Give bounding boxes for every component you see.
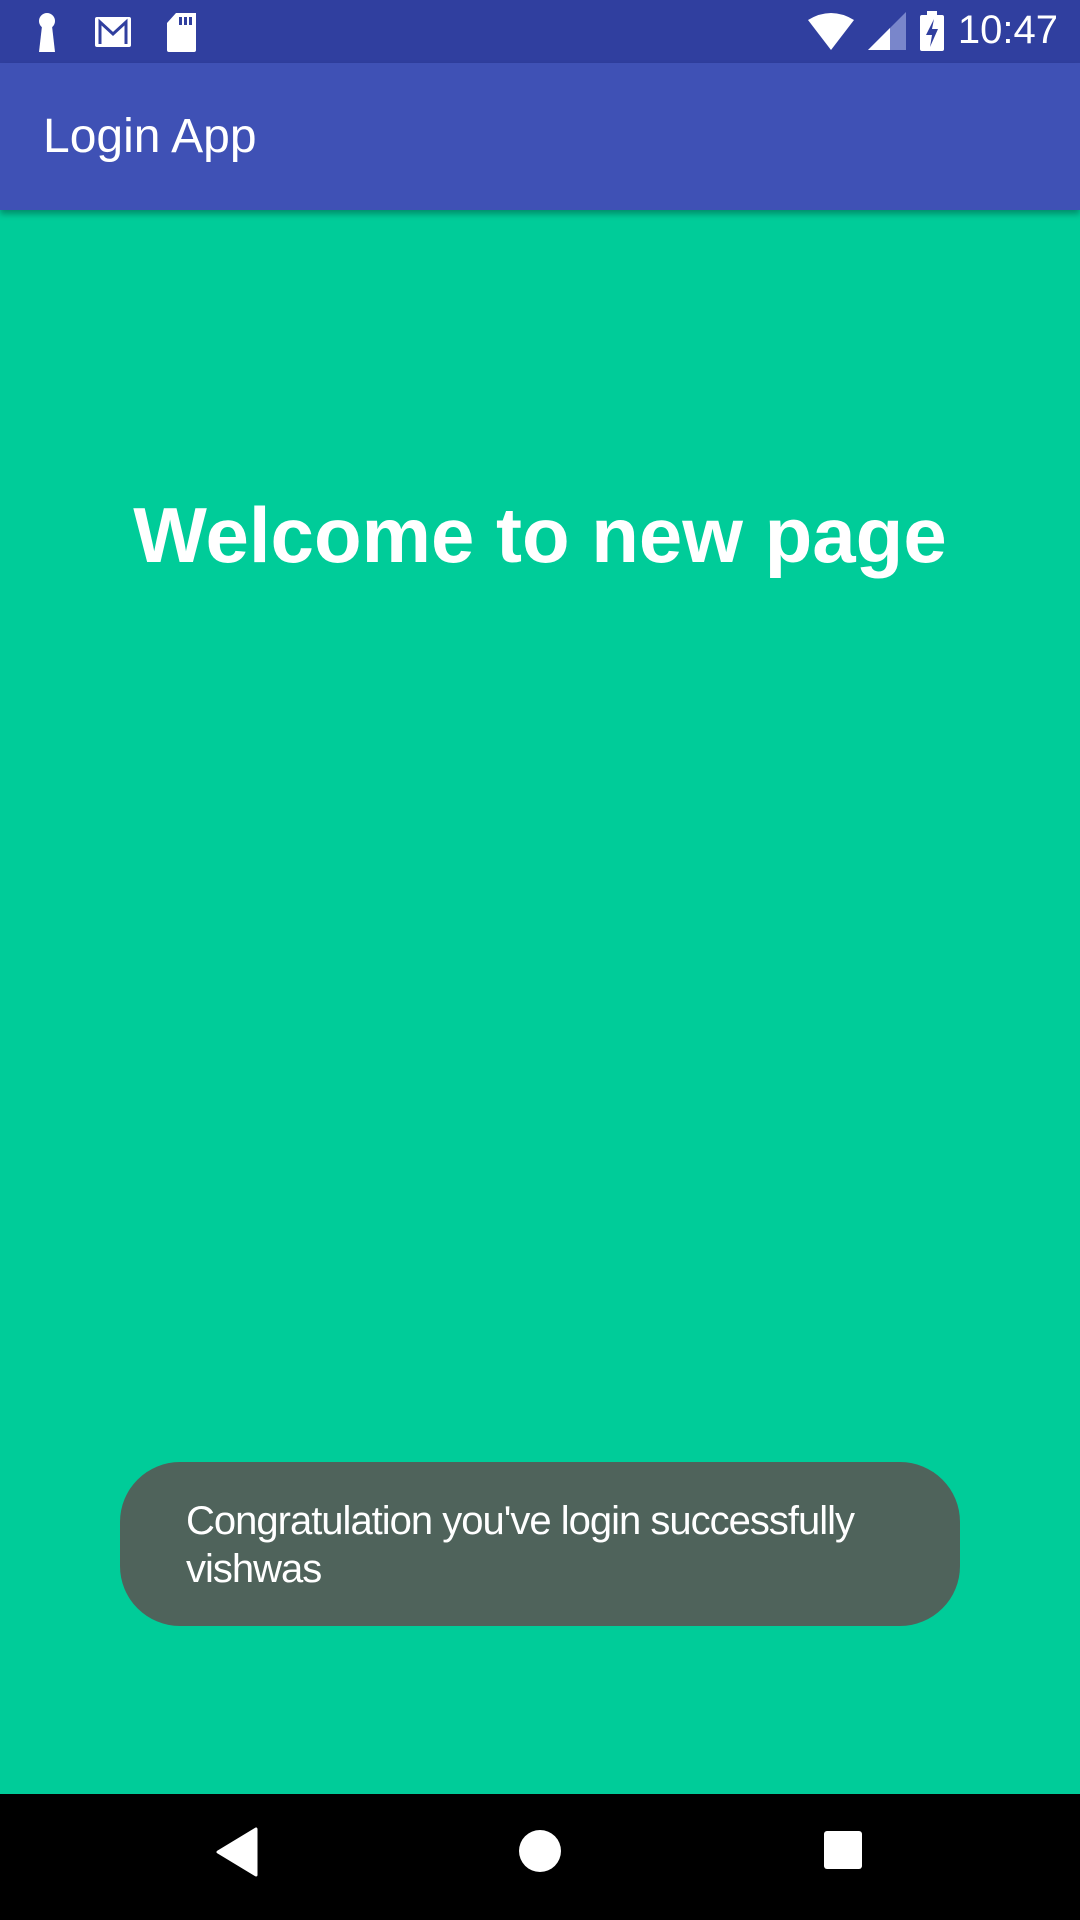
welcome-heading: Welcome to new page — [133, 491, 947, 579]
clock: 10:47 — [957, 8, 1058, 52]
app-title: Login App — [43, 110, 257, 163]
wifi-icon — [807, 12, 854, 50]
status-bar: 10:47 — [0, 0, 1080, 63]
battery-charging-icon — [919, 10, 944, 51]
home-icon[interactable] — [518, 1829, 562, 1873]
toast-text: Congratulation you've login successfully… — [186, 1499, 855, 1591]
gmail-icon — [95, 17, 131, 47]
toast-message: Congratulation you've login successfully… — [120, 1462, 960, 1626]
back-icon[interactable] — [216, 1827, 258, 1877]
navigation-bar — [0, 1794, 1080, 1920]
keyhole-icon — [39, 13, 55, 52]
recents-icon[interactable] — [823, 1830, 863, 1870]
app-bar: Login App — [0, 63, 1080, 210]
cell-signal-icon — [867, 11, 906, 50]
sd-card-icon — [167, 13, 196, 52]
